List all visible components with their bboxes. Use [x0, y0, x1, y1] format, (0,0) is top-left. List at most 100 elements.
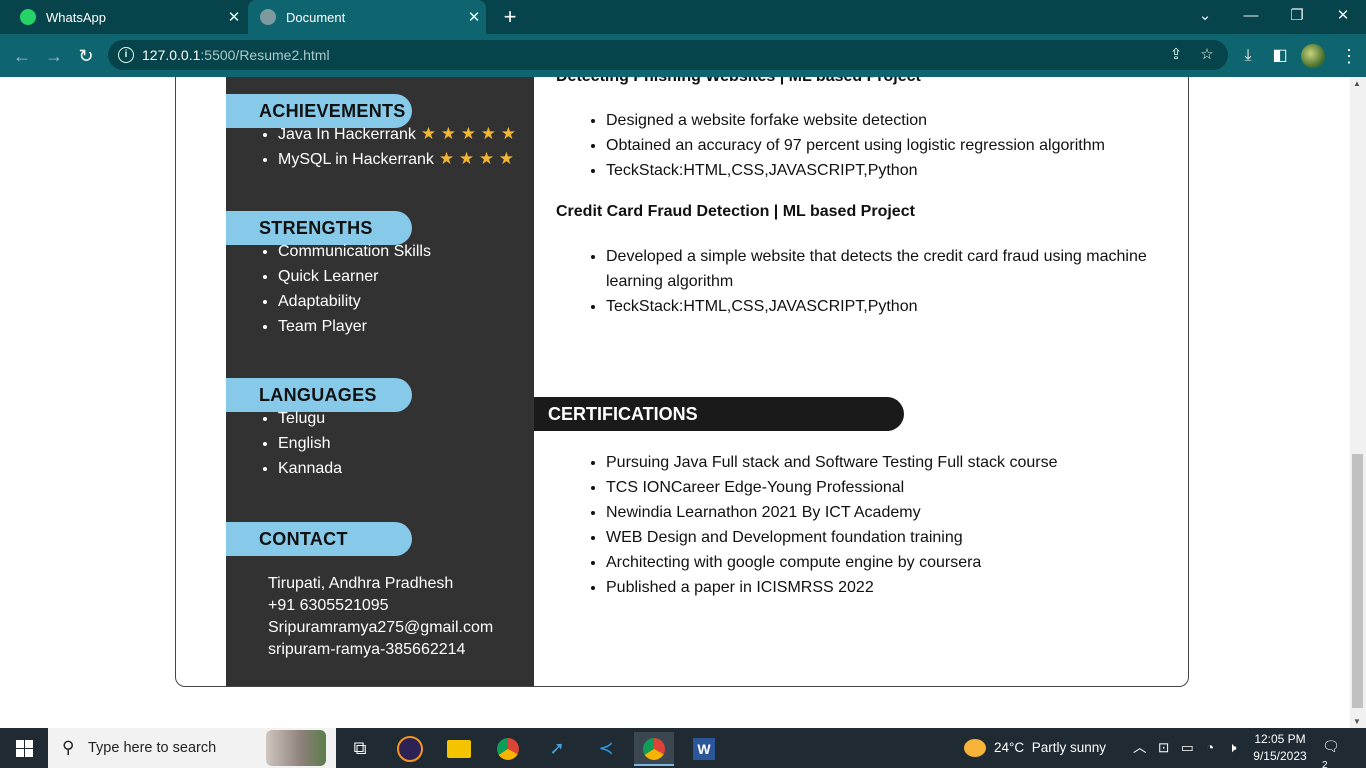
download-icon[interactable]: ⤓ — [1238, 46, 1258, 66]
list-item: Obtained an accuracy of 97 percent using… — [606, 133, 1166, 158]
tab-search-icon[interactable]: ⌄ — [1182, 0, 1228, 34]
resume-card: ACHIEVEMENTS Java In Hackerrank★ ★ ★ ★ ★… — [175, 77, 1189, 687]
contact-details: Tirupati, Andhra Pradhesh +91 6305521095… — [268, 573, 493, 661]
windows-taskbar: ⚲ Type here to search ⧉ ➚ ≺ W 24°C Partl… — [0, 728, 1366, 771]
tab-document[interactable]: Document ✕ — [248, 0, 486, 34]
windows-logo-icon — [16, 740, 24, 748]
taskbar-search-box[interactable]: ⚲ Type here to search — [48, 728, 336, 768]
contact-heading: CONTACT — [226, 522, 412, 556]
tab-title: WhatsApp — [46, 9, 106, 25]
project-title: Detecting Phishing Websites | ML based P… — [556, 77, 921, 86]
vscode-icon[interactable]: ≺ — [586, 732, 626, 764]
profile-avatar[interactable] — [1301, 44, 1325, 68]
chrome-active-icon[interactable] — [634, 732, 674, 766]
windows-logo-icon — [16, 749, 24, 757]
list-item: Pursuing Java Full stack and Software Te… — [606, 450, 1166, 475]
task-view-icon[interactable]: ⧉ — [340, 732, 380, 764]
url-text[interactable]: 127.0.0.1:5500/Resume2.html — [142, 40, 330, 70]
list-item: Communication Skills — [278, 239, 431, 264]
star-rating-icon: ★ ★ ★ ★ ★ — [420, 124, 516, 143]
forward-button[interactable]: → — [40, 42, 68, 70]
tab-whatsapp[interactable]: WhatsApp ✕ — [8, 0, 246, 34]
list-item: Adaptability — [278, 289, 431, 314]
achievement-label: Java In Hackerrank — [278, 126, 416, 143]
scroll-down-arrow-icon[interactable]: ▼ — [1353, 717, 1361, 726]
partly-sunny-icon — [964, 739, 986, 758]
project-points: Designed a website forfake website detec… — [588, 108, 1166, 183]
eclipse-icon[interactable] — [390, 732, 430, 764]
list-item: Kannada — [278, 456, 342, 481]
meet-now-icon[interactable]: ⊡ — [1158, 728, 1169, 768]
page-scrollbar[interactable]: ▲ ▼ — [1350, 77, 1366, 728]
certifications-list: Pursuing Java Full stack and Software Te… — [588, 450, 1166, 600]
resume-main: Detecting Phishing Websites | ML based P… — [534, 77, 1188, 686]
close-tab-icon[interactable]: ✕ — [222, 8, 246, 26]
search-highlight-image[interactable] — [266, 730, 326, 766]
scrollbar-thumb[interactable] — [1352, 454, 1363, 708]
notification-center-icon[interactable]: 🗨2 — [1322, 738, 1344, 771]
contact-email[interactable]: Sripuramramya275@gmail.com — [268, 617, 493, 639]
resume-sidebar: ACHIEVEMENTS Java In Hackerrank★ ★ ★ ★ ★… — [226, 77, 534, 686]
weather-temp: 24°C — [994, 740, 1025, 755]
list-item: Team Player — [278, 314, 431, 339]
url-path: :5500/Resume2.html — [200, 47, 330, 63]
list-item: TeckStack:HTML,CSS,JAVASCRIPT,Python — [606, 158, 1166, 183]
strengths-list: Communication Skills Quick Learner Adapt… — [260, 239, 431, 339]
battery-icon[interactable]: ▭ — [1181, 728, 1194, 768]
close-tab-icon[interactable]: ✕ — [462, 8, 486, 26]
system-clock[interactable]: 12:05 PM 9/15/2023 — [1245, 731, 1315, 765]
windows-logo-icon — [25, 749, 33, 757]
search-icon: ⚲ — [62, 738, 75, 757]
close-window-button[interactable]: ✕ — [1320, 0, 1366, 34]
contact-linkedin[interactable]: sripuram-ramya-385662214 — [268, 639, 493, 661]
site-info-icon[interactable]: i — [118, 47, 134, 63]
list-item: Published a paper in ICISMRSS 2022 — [606, 575, 1166, 600]
new-tab-button[interactable]: + — [498, 4, 522, 30]
clock-date: 9/15/2023 — [1253, 749, 1307, 763]
windows-logo-icon — [25, 740, 33, 748]
volume-muted-icon[interactable]: 🕨 — [1228, 728, 1237, 768]
start-button[interactable] — [0, 728, 48, 768]
list-item: Architecting with google compute engine … — [606, 550, 1166, 575]
list-item: Quick Learner — [278, 264, 431, 289]
list-item: TCS IONCareer Edge-Young Professional — [606, 475, 1166, 500]
list-item: Developed a simple website that detects … — [606, 244, 1166, 294]
project-points: Developed a simple website that detects … — [588, 244, 1166, 319]
contact-location: Tirupati, Andhra Pradhesh — [268, 575, 454, 592]
search-placeholder: Type here to search — [88, 740, 217, 756]
bookmark-star-icon[interactable]: ☆ — [1198, 46, 1216, 64]
contact-phone: +91 6305521095 — [268, 597, 389, 614]
languages-list: Telugu English Kannada — [260, 406, 342, 481]
tab-strip: WhatsApp ✕ Document ✕ + ⌄ — ❐ ✕ — [0, 0, 1366, 34]
whatsapp-icon — [20, 9, 36, 25]
browser-toolbar: ← → ↻ i 127.0.0.1:5500/Resume2.html ⇪ ☆ … — [0, 34, 1366, 77]
page-viewport: ACHIEVEMENTS Java In Hackerrank★ ★ ★ ★ ★… — [0, 77, 1350, 728]
file-explorer-icon[interactable] — [439, 732, 479, 764]
list-item: English — [278, 431, 342, 456]
chrome-icon[interactable] — [488, 732, 528, 764]
wifi-icon[interactable]: ◔ — [1206, 728, 1214, 768]
scroll-up-arrow-icon[interactable]: ▲ — [1353, 79, 1361, 88]
show-hidden-icons-icon[interactable]: ︿ — [1133, 728, 1147, 768]
restore-button[interactable]: ❐ — [1274, 0, 1320, 34]
tab-title: Document — [286, 9, 346, 25]
project-title: Credit Card Fraud Detection | ML based P… — [556, 203, 915, 220]
menu-kebab-icon[interactable]: ⋮ — [1340, 44, 1358, 68]
minimize-button[interactable]: — — [1228, 0, 1274, 34]
list-item: TeckStack:HTML,CSS,JAVASCRIPT,Python — [606, 294, 1166, 319]
url-host: 127.0.0.1 — [142, 47, 201, 63]
reload-button[interactable]: ↻ — [72, 42, 100, 70]
weather-widget[interactable]: 24°C Partly sunny — [964, 728, 1106, 768]
address-bar[interactable]: i 127.0.0.1:5500/Resume2.html ⇪ ☆ — [108, 40, 1228, 70]
list-item: Java In Hackerrank★ ★ ★ ★ ★ — [278, 121, 516, 146]
list-item: Newindia Learnathon 2021 By ICT Academy — [606, 500, 1166, 525]
back-button[interactable]: ← — [8, 42, 36, 70]
word-icon[interactable]: W — [684, 732, 724, 764]
side-panel-icon[interactable]: ◧ — [1270, 46, 1290, 66]
share-icon[interactable]: ⇪ — [1167, 46, 1185, 64]
app-arrow-icon[interactable]: ➚ — [537, 732, 577, 764]
clock-time: 12:05 PM — [1254, 732, 1306, 746]
notification-count: 2 — [1322, 760, 1328, 771]
list-item: Telugu — [278, 406, 342, 431]
star-rating-icon: ★ ★ ★ ★ — [438, 149, 515, 168]
